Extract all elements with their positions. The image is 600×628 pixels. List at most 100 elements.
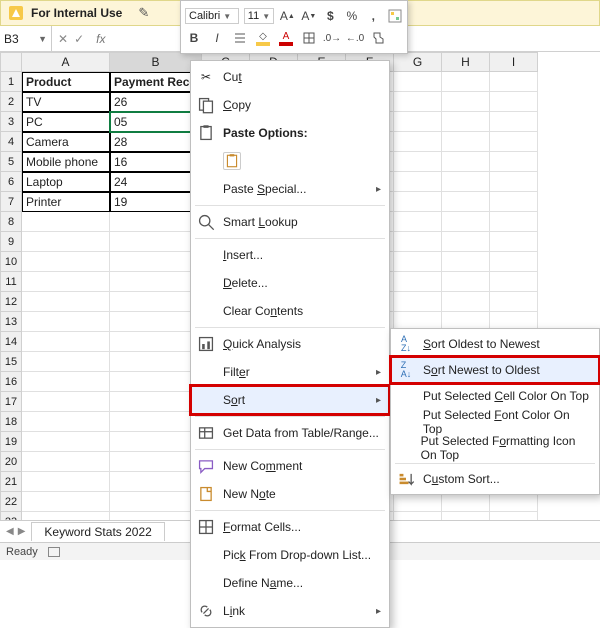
col-header-B[interactable]: B	[110, 52, 202, 72]
name-box[interactable]: B3 ▼	[0, 26, 52, 51]
cell[interactable]	[394, 172, 442, 192]
ctx-filter[interactable]: Filter ▸	[191, 358, 389, 386]
ctx-delete[interactable]: Delete...	[191, 269, 389, 297]
cell[interactable]	[490, 212, 538, 232]
row-header[interactable]: 13	[0, 312, 22, 332]
sheet-tab[interactable]: Keyword Stats 2022	[31, 522, 164, 541]
cell[interactable]	[490, 92, 538, 112]
cell[interactable]	[490, 152, 538, 172]
cell[interactable]	[110, 212, 202, 232]
align-button[interactable]	[231, 29, 249, 47]
ctx-quick-analysis[interactable]: Quick Analysis	[191, 330, 389, 358]
cell[interactable]: Mobile phone	[22, 152, 110, 172]
name-box-dropdown-icon[interactable]: ▼	[38, 34, 47, 44]
cell[interactable]	[22, 432, 110, 452]
cell[interactable]	[22, 492, 110, 512]
cell[interactable]: 05	[110, 112, 202, 132]
ctx-copy[interactable]: Copy	[191, 91, 389, 119]
cell[interactable]: 28	[110, 132, 202, 152]
cell[interactable]: Product	[22, 72, 110, 92]
cell[interactable]	[110, 392, 202, 412]
cell[interactable]	[490, 492, 538, 512]
decrease-font-button[interactable]: A▼	[301, 7, 317, 25]
cell[interactable]	[442, 132, 490, 152]
cell[interactable]	[442, 72, 490, 92]
cell[interactable]	[110, 492, 202, 512]
cell[interactable]	[22, 312, 110, 332]
cell[interactable]	[442, 192, 490, 212]
font-size-select[interactable]: 11 ▼	[244, 8, 274, 24]
cell[interactable]	[110, 312, 202, 332]
cell[interactable]	[490, 132, 538, 152]
ctx-clear-contents[interactable]: Clear Contents	[191, 297, 389, 325]
col-header-I[interactable]: I	[490, 52, 538, 72]
cell[interactable]	[442, 212, 490, 232]
currency-button[interactable]: $	[322, 7, 338, 25]
sort-custom[interactable]: Custom Sort...	[391, 466, 599, 492]
cell[interactable]	[442, 292, 490, 312]
cell[interactable]	[490, 272, 538, 292]
row-header[interactable]: 15	[0, 352, 22, 372]
cell[interactable]: Payment Received	[110, 72, 202, 92]
cell[interactable]	[442, 152, 490, 172]
cell[interactable]	[22, 252, 110, 272]
row-header[interactable]: 20	[0, 452, 22, 472]
italic-button[interactable]: I	[208, 29, 226, 47]
cell[interactable]	[394, 92, 442, 112]
cell[interactable]	[490, 292, 538, 312]
row-header[interactable]: 18	[0, 412, 22, 432]
cell[interactable]	[110, 352, 202, 372]
row-header[interactable]: 7	[0, 192, 22, 212]
cell[interactable]	[442, 112, 490, 132]
tab-prev-icon[interactable]: ◀	[6, 526, 14, 537]
ctx-sort[interactable]: Sort ▸	[191, 386, 389, 414]
cell[interactable]	[22, 392, 110, 412]
ctx-smart-lookup[interactable]: Smart Lookup	[191, 208, 389, 236]
cell[interactable]: 19	[110, 192, 202, 212]
select-all-corner[interactable]	[0, 52, 22, 72]
row-header[interactable]: 2	[0, 92, 22, 112]
row-header[interactable]: 3	[0, 112, 22, 132]
row-header[interactable]: 8	[0, 212, 22, 232]
row-header[interactable]: 5	[0, 152, 22, 172]
row-header[interactable]: 22	[0, 492, 22, 512]
cell[interactable]	[110, 272, 202, 292]
row-header[interactable]: 9	[0, 232, 22, 252]
row-header[interactable]: 16	[0, 372, 22, 392]
cell[interactable]	[110, 232, 202, 252]
sort-formatting-icon[interactable]: Put Selected Formatting Icon On Top	[391, 435, 599, 461]
cell[interactable]	[22, 212, 110, 232]
ctx-new-comment[interactable]: New Comment	[191, 452, 389, 480]
cell[interactable]	[22, 452, 110, 472]
row-header[interactable]: 19	[0, 432, 22, 452]
ctx-pick-dropdown[interactable]: Pick From Drop-down List...	[191, 541, 389, 569]
cell[interactable]	[22, 232, 110, 252]
borders-button[interactable]	[300, 29, 318, 47]
ctx-insert[interactable]: Insert...	[191, 241, 389, 269]
sort-cell-color[interactable]: Put Selected Cell Color On Top	[391, 383, 599, 409]
cell[interactable]	[110, 252, 202, 272]
row-header[interactable]: 21	[0, 472, 22, 492]
cell[interactable]	[110, 292, 202, 312]
increase-decimal-button[interactable]: .0→	[323, 29, 341, 47]
ctx-define-name[interactable]: Define Name...	[191, 569, 389, 597]
decrease-decimal-button[interactable]: ←.0	[346, 29, 364, 47]
cell[interactable]: 24	[110, 172, 202, 192]
cell[interactable]	[110, 432, 202, 452]
row-header[interactable]: 11	[0, 272, 22, 292]
cell[interactable]	[490, 172, 538, 192]
ctx-new-note[interactable]: New Note	[191, 480, 389, 508]
cell[interactable]: PC	[22, 112, 110, 132]
row-header[interactable]: 12	[0, 292, 22, 312]
cell[interactable]	[22, 352, 110, 372]
fill-color-button[interactable]: ◇	[254, 29, 272, 47]
cell[interactable]	[442, 172, 490, 192]
cell[interactable]	[394, 192, 442, 212]
row-header[interactable]: 4	[0, 132, 22, 152]
row-header[interactable]: 17	[0, 392, 22, 412]
row-header[interactable]: 1	[0, 72, 22, 92]
format-painter-button[interactable]	[369, 29, 387, 47]
conditional-format-button[interactable]	[387, 7, 403, 25]
cell[interactable]	[110, 472, 202, 492]
ctx-paste-special[interactable]: Paste Special... ▸	[191, 175, 389, 203]
